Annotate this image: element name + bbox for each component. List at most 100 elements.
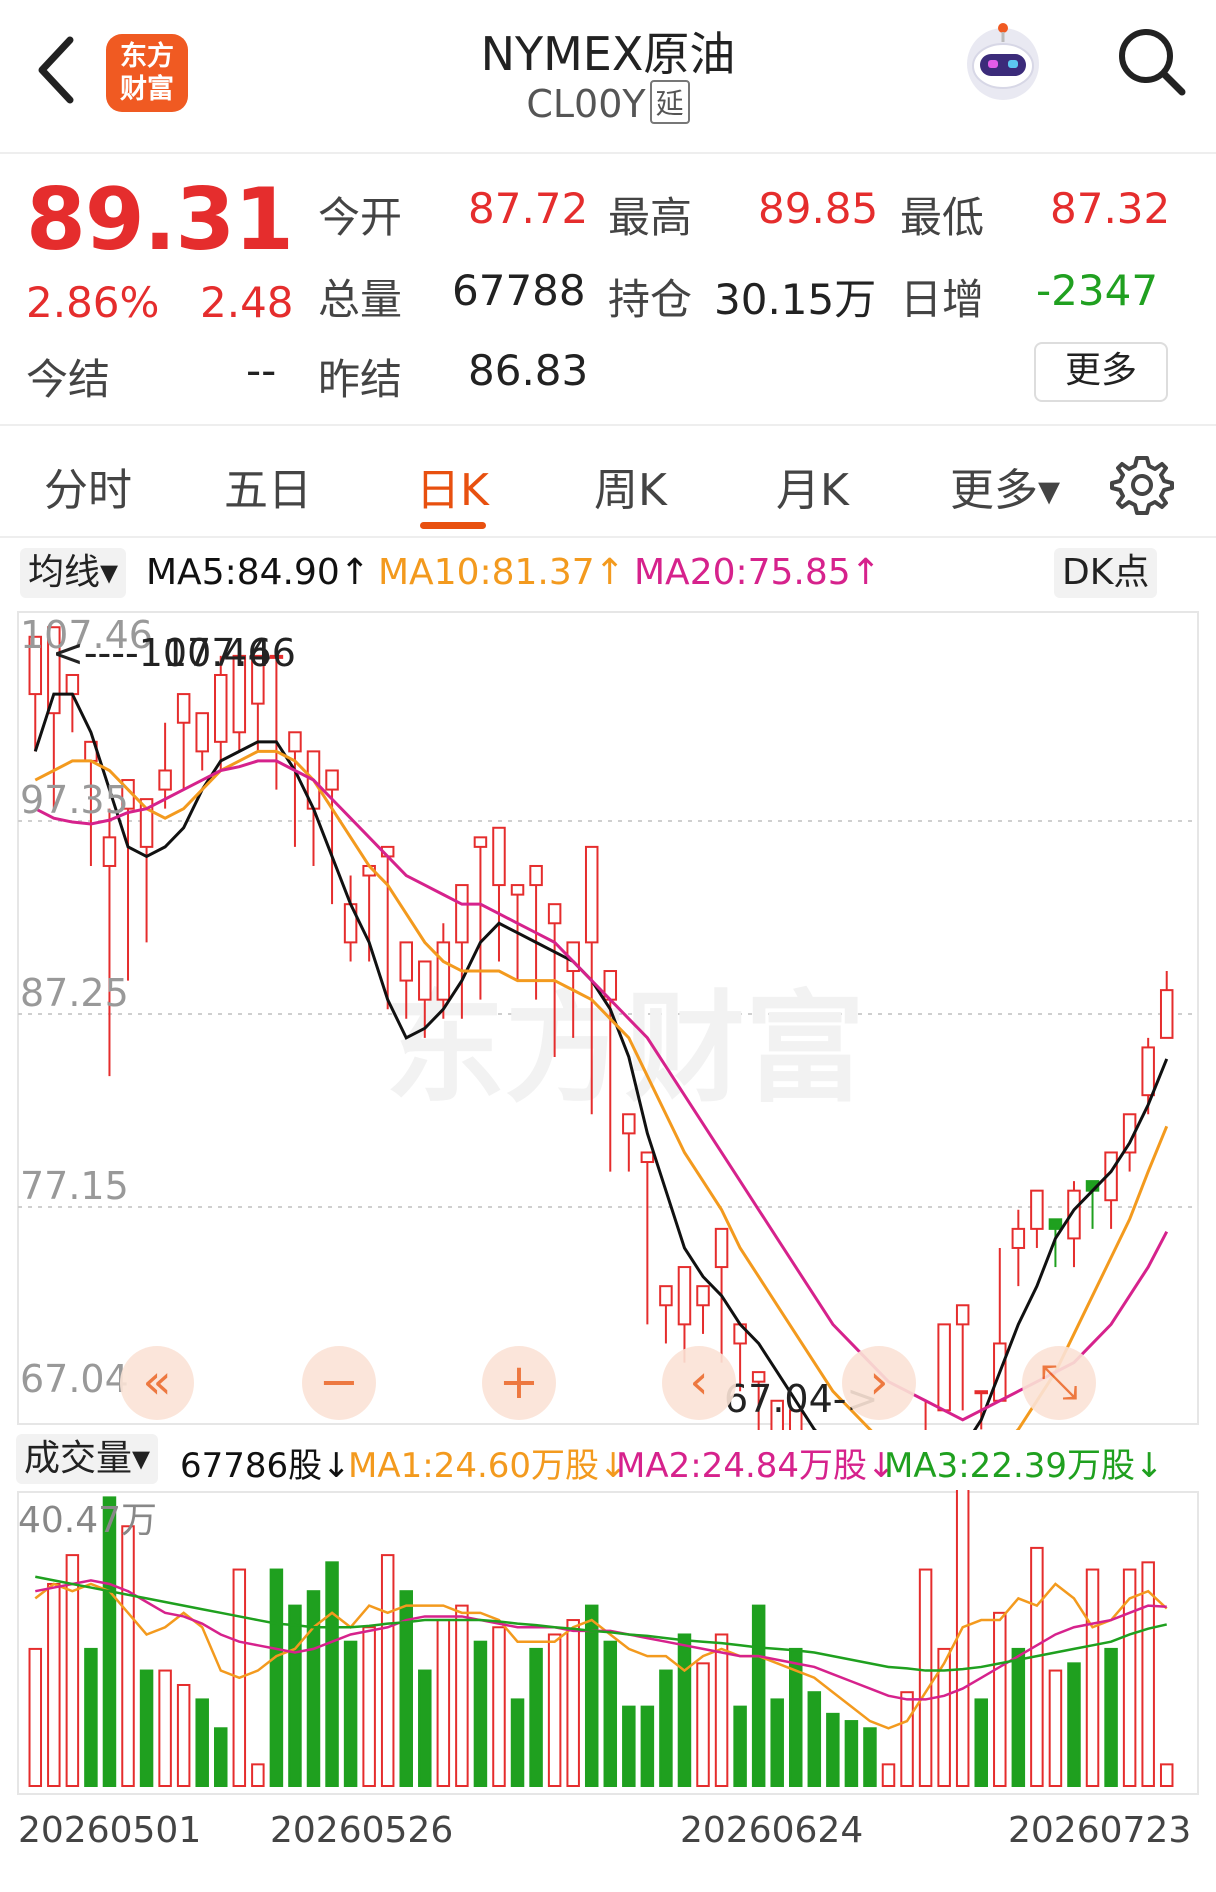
volume-bar-up [881, 1763, 896, 1788]
candle-up [195, 712, 209, 753]
volume-bar-up [362, 1626, 376, 1787]
settings-gear-icon[interactable] [1110, 452, 1174, 516]
ma-selector[interactable]: 均线▾ [20, 548, 127, 598]
volume-bar-down [343, 1640, 358, 1787]
candle-up [714, 1227, 729, 1269]
zoom-in-button[interactable]: + [482, 1346, 556, 1420]
volume-bar-down [640, 1705, 655, 1787]
volume-bar-down [84, 1647, 98, 1787]
candle-up [399, 941, 413, 982]
scroll-left-button[interactable]: ‹ [662, 1346, 736, 1420]
y-tick-label: 97.35 [20, 778, 129, 822]
open-interest-value: 30.15万 [714, 275, 877, 324]
search-icon[interactable] [1114, 24, 1188, 98]
dk-point-button[interactable]: DK点 [1054, 548, 1158, 598]
volume-bar-up [47, 1582, 61, 1788]
more-quote-button[interactable]: 更多 [1034, 342, 1168, 402]
tab-intraday[interactable]: 分时 [44, 454, 132, 518]
volume-bar-down [826, 1712, 840, 1788]
open-interest-label: 持仓 [608, 275, 693, 324]
delay-badge: 延 [649, 80, 690, 124]
candle-up [529, 864, 543, 887]
candle-down [1048, 1218, 1063, 1230]
volume-bar-down [659, 1669, 673, 1787]
candle-up [547, 903, 562, 925]
candle-up [455, 884, 469, 944]
candle-up [937, 1323, 951, 1412]
volume-bar-down [269, 1568, 284, 1787]
tab-five-day[interactable]: 五日 [224, 454, 312, 518]
app-header: 东方 财富 NYMEX原油 CL00Y 延 [0, 0, 1216, 154]
candle-up [955, 1304, 970, 1326]
volume-bar-up [696, 1662, 710, 1788]
volume-bar-up [158, 1669, 172, 1787]
volume-bar-up [993, 1611, 1007, 1788]
candle-up [473, 836, 488, 848]
volume-selector[interactable]: 成交量▾ [16, 1434, 159, 1484]
zoom-out-button[interactable]: − [302, 1346, 376, 1420]
settle-value: -- [246, 346, 277, 395]
tabs-divider [0, 536, 1216, 538]
volume-bar-down [306, 1590, 321, 1787]
kline-chart[interactable]: 东方财富 107.4697.3587.2577.1567.04 <----107… [0, 610, 1216, 1430]
volume-bar-down [1067, 1662, 1081, 1788]
candle-up [622, 1113, 636, 1135]
high-label: 最高 [608, 193, 693, 242]
low-label: 最低 [900, 193, 985, 242]
tab-daily-k[interactable]: 日K [416, 454, 489, 518]
volume-bars [28, 1490, 1174, 1788]
candle-up [974, 1390, 988, 1395]
volume-bar-down [844, 1720, 859, 1787]
volume-bar-down [473, 1640, 488, 1787]
volume-bar-up [714, 1633, 729, 1787]
volume-bar-down [733, 1705, 747, 1787]
ma10-value: MA10:81.37↑ [378, 552, 625, 593]
active-tab-indicator [420, 522, 486, 529]
volume-bar-up [380, 1554, 395, 1787]
volume-bar-up [436, 1619, 451, 1787]
volume-bar-down [622, 1705, 636, 1787]
instrument-code-text: CL00Y [526, 82, 646, 126]
candle-up [659, 1285, 673, 1307]
volume-ma1: MA1:24.60万股↓ [348, 1446, 628, 1486]
volume-bar-up [566, 1619, 580, 1787]
volume-bar-up [918, 1568, 933, 1787]
section-divider [0, 424, 1216, 426]
last-price: 89.31 [26, 170, 294, 270]
prev-settle-value: 86.83 [468, 346, 589, 395]
volume-bar-down [770, 1698, 784, 1787]
volume-bar-down [807, 1691, 822, 1787]
candle-up [176, 693, 191, 724]
open-value: 87.72 [468, 184, 589, 233]
volume-bar-up [955, 1490, 970, 1787]
volume-ma2: MA2:24.84万股↓ [616, 1446, 896, 1486]
scroll-left-fast-button[interactable]: « [120, 1346, 194, 1420]
volume-bar-up [1085, 1568, 1100, 1787]
volume-bar-down [214, 1727, 228, 1787]
tab-more[interactable]: 更多▾ [950, 454, 1060, 518]
volume-bar-down [584, 1604, 599, 1787]
daily-increase-value: -2347 [1036, 266, 1159, 315]
candle-up [696, 1285, 710, 1307]
volume-chart[interactable]: 40.47万 [0, 1490, 1216, 1800]
volume-bar-up [121, 1525, 135, 1787]
volume-bar-down [288, 1604, 302, 1787]
scroll-right-button[interactable]: › [842, 1346, 916, 1420]
volume-bar-up [547, 1633, 562, 1787]
y-tick-label: 77.15 [20, 1164, 129, 1208]
candle-up [510, 884, 525, 896]
candle-up [1011, 1227, 1026, 1249]
tab-monthly-k[interactable]: 月K [776, 454, 849, 518]
candle-up [1141, 1046, 1155, 1097]
kline-y-ticks: 107.4697.3587.2577.1567.04 [20, 613, 153, 1401]
x-tick-label: 20260723 [1008, 1810, 1192, 1851]
low-value: 87.32 [1050, 184, 1171, 233]
volume-bar-down [418, 1669, 432, 1787]
fullscreen-button[interactable]: ⤡ [1022, 1346, 1096, 1420]
volume-label: 总量 [318, 275, 403, 324]
open-label: 今开 [318, 193, 403, 242]
volume-bar-down [974, 1698, 988, 1787]
tab-weekly-k[interactable]: 周K [594, 454, 667, 518]
robot-assistant-icon[interactable] [958, 16, 1048, 106]
candle-up [640, 1151, 655, 1164]
